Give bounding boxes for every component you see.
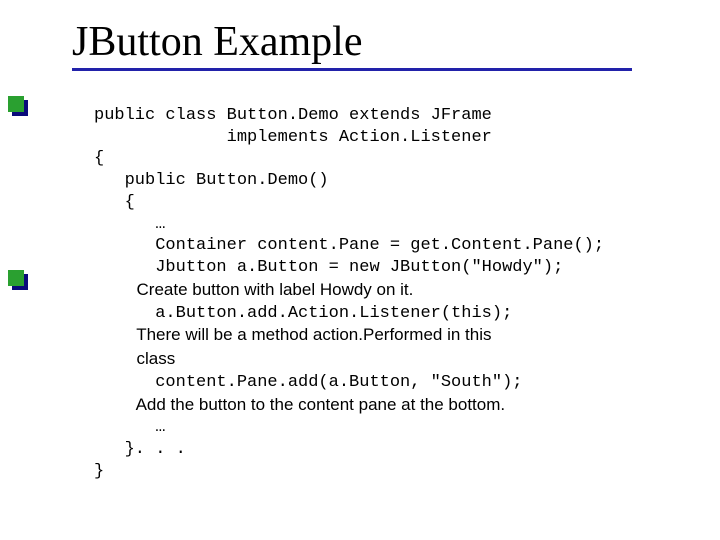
page-title: JButton Example — [72, 18, 690, 66]
code-comment: There will be a method action.Performed … — [94, 325, 491, 344]
slide: JButton Example public class Button.Demo… — [0, 0, 720, 540]
code-line: public Button.Demo() — [94, 171, 329, 190]
code-line: } — [94, 462, 104, 481]
code-line: implements Action.Listener — [94, 128, 492, 147]
code-line: Jbutton a.Button = new JButton("Howdy"); — [94, 258, 563, 277]
code-block: public class Button.Demo extends JFrame … — [94, 83, 690, 483]
code-comment: Add the button to the content pane at th… — [94, 395, 505, 414]
code-line: content.Pane.add(a.Button, "South"); — [94, 373, 522, 392]
code-line: public class Button.Demo extends JFrame — [94, 106, 492, 125]
code-line: }. . . — [94, 440, 186, 459]
code-line: { — [94, 193, 135, 212]
code-line: Container content.Pane = get.Content.Pan… — [94, 236, 604, 255]
bullet-icon — [8, 270, 24, 286]
bullet-icon — [8, 96, 24, 112]
code-line: … — [94, 215, 165, 234]
title-underline — [72, 68, 632, 71]
code-comment: class — [94, 349, 175, 368]
code-comment: Create button with label Howdy on it. — [94, 280, 413, 299]
code-line: { — [94, 149, 104, 168]
code-line: … — [94, 418, 165, 437]
code-line: a.Button.add.Action.Listener(this); — [94, 304, 512, 323]
